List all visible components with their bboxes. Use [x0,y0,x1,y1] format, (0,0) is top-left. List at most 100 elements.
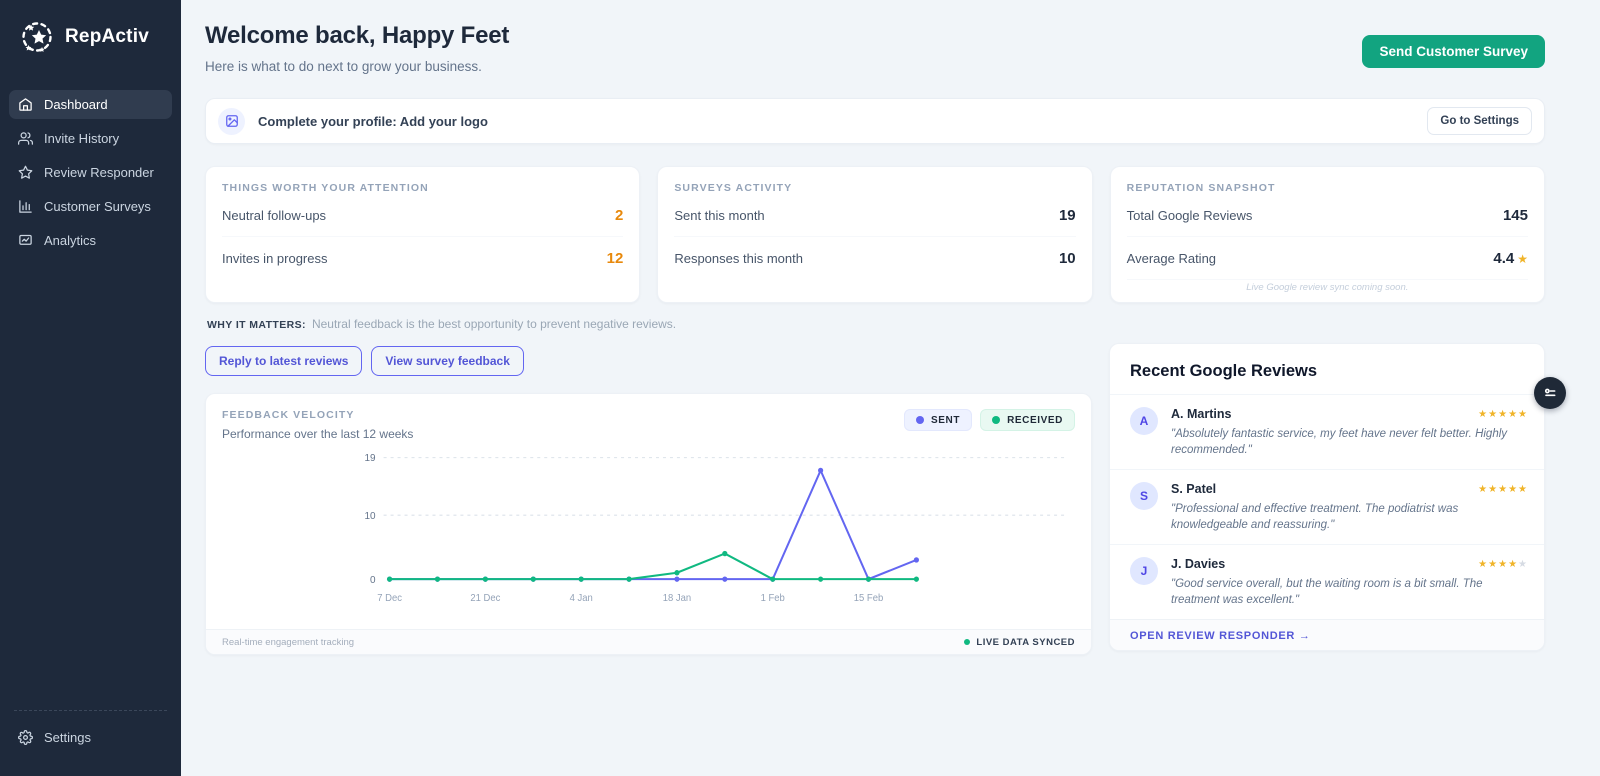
sync-note: Live Google review sync coming soon. [1246,282,1409,293]
sidebar-item-label: Dashboard [44,97,108,112]
stat-value: 10 [1058,250,1076,267]
stat-value: 19 [1058,207,1076,224]
stat-value: 145 [1502,207,1528,224]
feedback-chart-svg: 0 10 19 7 Dec 21 Dec 4 Jan 18 Jan 1 Feb 15 Feb [365,453,1067,604]
stat-label: Sent this month [674,208,765,223]
page-title: Welcome back, Happy Feet [205,22,510,49]
legend-sent[interactable]: SENT [903,409,973,431]
quick-actions: Reply to latest reviews View survey feed… [205,346,1092,376]
reviews-card-title: Recent Google Reviews [1130,362,1318,380]
svg-text:18 Jan: 18 Jan [663,593,691,604]
stat-label: Invites in progress [222,251,328,266]
avatar: S [1130,482,1158,511]
card-title: THINGS WORTH YOUR ATTENTION [222,182,429,194]
star-rating: ★★★★★ [1478,558,1528,570]
sidebar-item-review-responder[interactable]: Review Responder [9,158,172,187]
bar-chart-icon [18,199,33,214]
stat-row: Invites in progress 12 [222,237,623,279]
home-icon [18,97,33,112]
sidebar-item-label: Analytics [44,233,97,248]
svg-text:4 Jan: 4 Jan [570,593,593,604]
live-dot-icon [964,639,971,645]
open-review-responder-link[interactable]: OPEN REVIEW RESPONDER → [1110,619,1544,650]
stat-row: Sent this month 19 [674,194,1076,237]
chart-header: FEEDBACK VELOCITY Performance over the l… [206,394,1091,441]
legend-label: SENT [930,414,961,426]
repactiv-logo-icon [18,18,56,56]
stat-value: 4.4 ★ [1493,250,1528,267]
reviewer-name: A. Martins [1171,407,1232,421]
users-icon [18,131,33,146]
review-row: A A. Martins ★★★★★ "Absolutely fantastic… [1110,394,1544,469]
stat-value: 12 [606,250,624,267]
gear-icon [18,730,33,745]
stat-row: Total Google Reviews 145 [1126,194,1528,237]
sent-dot-icon [915,416,924,424]
live-data-status: LIVE DATA SYNCED [964,637,1075,648]
legend-label: RECEIVED [1007,414,1063,426]
reviewer-name: J. Davies [1171,557,1226,572]
svg-text:15 Feb: 15 Feb [854,593,883,604]
why-it-matters: WHY IT MATTERS: Neutral feedback is the b… [207,317,677,331]
sidebar-item-label: Customer Surveys [44,199,151,214]
chart-title: FEEDBACK VELOCITY [222,409,355,421]
reviewer-name: S. Patel [1171,482,1217,497]
surveys-activity-card: SURVEYS ACTIVITY Sent this month 19 Resp… [657,166,1093,303]
avatar: J [1130,557,1158,586]
sliders-icon [1542,385,1558,401]
stat-row: Responses this month 10 [674,237,1075,279]
stat-value: 2 [614,207,624,224]
why-it-matters-label: WHY IT MATTERS: [207,319,306,331]
presentation-chart-icon [18,233,33,248]
main-content: Welcome back, Happy Feet Here is what to… [181,0,1600,776]
review-quote: "Good service overall, but the waiting r… [1171,578,1483,606]
feedback-velocity-card: FEEDBACK VELOCITY Performance over the l… [205,393,1092,655]
svg-text:7 Dec: 7 Dec [377,593,402,604]
sidebar: RepActiv Dashboard Invite History Review… [0,0,181,776]
sidebar-item-customer-surveys[interactable]: Customer Surveys [9,192,172,221]
sidebar-divider [14,710,167,711]
avatar: A [1130,407,1158,435]
review-row: S S. Patel ★★★★★ "Professional and effec… [1110,469,1544,544]
image-icon [218,107,245,135]
stat-row: Average Rating 4.4 ★ [1126,237,1528,280]
page-header: Welcome back, Happy Feet Here is what to… [205,22,1545,74]
sidebar-item-dashboard[interactable]: Dashboard [9,90,172,119]
stat-label: Responses this month [674,251,803,266]
star-icon [18,165,33,180]
view-survey-feedback-button[interactable]: View survey feedback [371,346,524,376]
chart-plot-area: 0 10 19 7 Dec 21 Dec 4 Jan 18 Jan 1 Feb 15 Feb [206,441,1091,629]
recent-google-reviews-card: Recent Google Reviews A A. Martins ★★★★★… [1109,343,1545,651]
card-title: SURVEYS ACTIVITY [674,182,793,194]
stat-row: Neutral follow-ups 2 [222,194,624,237]
sidebar-item-label: Invite History [44,131,120,146]
sidebar-item-invite-history[interactable]: Invite History [9,124,172,153]
svg-text:1 Feb: 1 Feb [761,593,785,604]
reputation-snapshot-card: REPUTATION SNAPSHOT Total Google Reviews… [1109,166,1545,303]
legend-received[interactable]: RECEIVED [980,409,1075,431]
received-dot-icon [992,416,1001,424]
stat-cards: THINGS WORTH YOUR ATTENTION Neutral foll… [205,166,1545,303]
send-customer-survey-button[interactable]: Send Customer Survey [1362,35,1545,68]
card-title: REPUTATION SNAPSHOT [1126,182,1276,194]
sidebar-item-settings[interactable]: Settings [9,723,172,752]
chart-subtitle: Performance over the last 12 weeks [222,427,414,441]
star-icon: ★ [1517,252,1528,266]
go-to-settings-button[interactable]: Go to Settings [1427,107,1532,135]
stat-label: Average Rating [1126,251,1217,266]
floating-widget-button[interactable] [1534,377,1566,409]
stat-label: Neutral follow-ups [222,208,327,223]
svg-text:0: 0 [370,575,376,586]
star-rating: ★★★★★ [1478,483,1528,495]
sidebar-item-label: Settings [44,730,91,745]
review-quote: "Absolutely fantastic service, my feet h… [1171,428,1508,456]
stat-label: Total Google Reviews [1126,208,1253,223]
sidebar-item-analytics[interactable]: Analytics [9,226,172,255]
attention-card: THINGS WORTH YOUR ATTENTION Neutral foll… [205,166,641,303]
star-rating: ★★★★★ [1478,408,1528,420]
chart-footer-note: Real-time engagement tracking [222,636,355,648]
review-quote: "Professional and effective treatment. T… [1171,503,1459,531]
banner-text: Complete your profile: Add your logo [258,113,488,129]
chart-footer: Real-time engagement tracking LIVE DATA … [206,629,1091,654]
reply-to-latest-reviews-button[interactable]: Reply to latest reviews [205,346,363,376]
